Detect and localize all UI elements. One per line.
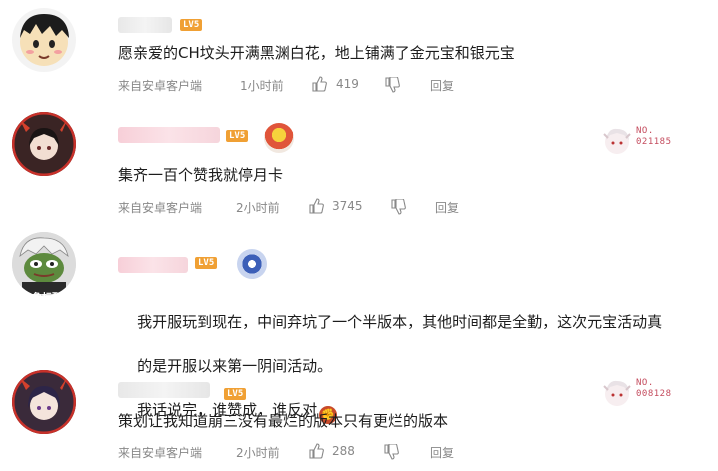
anime-girl-avatar-icon <box>12 112 76 176</box>
comment-line: 我开服玩到现在，中间弃坑了一个半版本，其他时间都是全勤，这次元宝活动真 <box>137 313 663 331</box>
comment-2: LV5 NO. 021185 集齐一百个赞我就停月卡 来自安卓客户端 2小时前 … <box>0 100 718 215</box>
post-time: 1小时前 <box>240 79 284 93</box>
level-badge: LV5 <box>195 257 218 269</box>
fan-number: NO. 008128 <box>636 378 672 400</box>
user-avatar[interactable] <box>12 112 76 176</box>
level-badge: LV5 <box>226 130 249 142</box>
fan-label: NO. <box>636 126 654 136</box>
dislike-thumb-icon[interactable] <box>390 199 406 215</box>
medal-icon <box>264 123 294 153</box>
like-thumb-icon[interactable] <box>308 198 324 214</box>
fan-badge: NO. 021185 <box>600 124 672 160</box>
reply-button[interactable]: 回复 <box>435 199 459 216</box>
cartoon-face-icon <box>20 14 69 66</box>
like-count: 288 <box>332 444 355 458</box>
username-blurred[interactable] <box>118 17 172 33</box>
comment-text: 集齐一百个赞我就停月卡 <box>118 166 284 184</box>
like-count: 419 <box>336 77 359 91</box>
username-blurred[interactable] <box>118 382 210 398</box>
comment-text: 策划让我知道崩三没有最烂的版本只有更烂的版本 <box>118 412 449 430</box>
avatar-caption: 主角标配 <box>22 293 62 304</box>
fan-id: 021185 <box>636 137 672 147</box>
post-time: 2小时前 <box>236 446 280 460</box>
client-source: 来自安卓客户端 <box>118 79 203 93</box>
comment-4: LV5 NO. 008128 策划让我知道崩三没有最烂的版本只有更烂的版本 来自… <box>0 370 718 471</box>
post-time: 2小时前 <box>236 201 280 215</box>
fan-mascot-icon <box>603 128 631 154</box>
like-thumb-icon[interactable] <box>311 76 327 92</box>
fan-mascot-icon <box>603 380 631 406</box>
comment-text: 愿亲爱的CH坟头开满黑渊白花，地上铺满了金元宝和银元宝 <box>118 44 515 62</box>
anime-girl-avatar-icon <box>12 370 76 434</box>
level-badge: LV5 <box>224 388 247 400</box>
dislike-thumb-icon[interactable] <box>384 77 400 93</box>
fan-badge: NO. 008128 <box>600 376 672 412</box>
client-source: 来自安卓客户端 <box>118 201 203 215</box>
comment-1: LV5 愿亲爱的CH坟头开满黑渊白花，地上铺满了金元宝和银元宝 来自安卓客户端 … <box>0 0 718 100</box>
fan-id: 008128 <box>636 389 672 399</box>
reply-button[interactable]: 回复 <box>430 444 454 461</box>
like-count: 3745 <box>332 199 363 213</box>
medal-icon <box>237 249 267 279</box>
comment-meta: 来自安卓客户端 2小时前 288 回复 <box>118 443 518 461</box>
comment-meta: 来自安卓客户端 2小时前 3745 回复 <box>118 198 518 216</box>
reply-button[interactable]: 回复 <box>430 77 454 94</box>
like-thumb-icon[interactable] <box>308 443 324 459</box>
level-badge: LV5 <box>180 19 203 31</box>
user-avatar[interactable] <box>12 370 76 434</box>
comment-meta: 来自安卓客户端 1小时前 419 回复 <box>118 76 518 94</box>
username-blurred[interactable] <box>118 257 188 273</box>
user-avatar[interactable] <box>12 232 76 296</box>
pepe-avatar-icon <box>12 232 76 296</box>
username-blurred[interactable] <box>118 127 220 143</box>
dislike-thumb-icon[interactable] <box>383 444 399 460</box>
comment-3: 主角标配 LV5 我开服玩到现在，中间弃坑了一个半版本，其他时间都是全勤，这次元… <box>0 215 718 424</box>
fan-label: NO. <box>636 378 654 388</box>
user-avatar[interactable] <box>12 8 76 72</box>
client-source: 来自安卓客户端 <box>118 446 203 460</box>
fan-number: NO. 021185 <box>636 126 672 148</box>
